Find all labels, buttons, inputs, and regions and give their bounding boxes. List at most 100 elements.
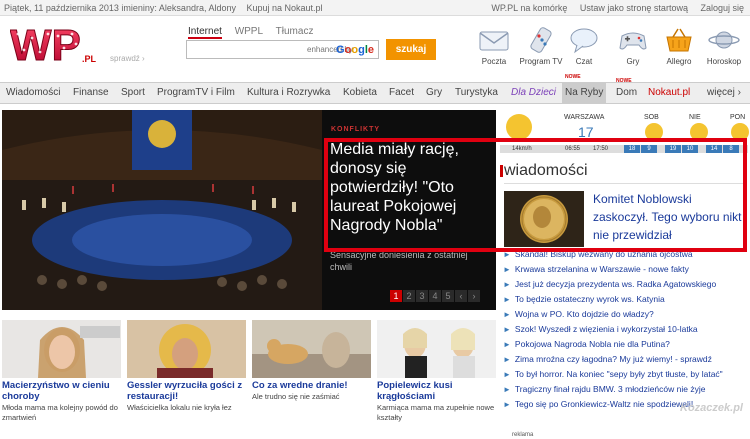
gamepad-icon [619, 32, 647, 50]
list-item[interactable]: ► Krwawa strzelanina w Warszawie - nowe f… [503, 264, 748, 279]
list-item[interactable]: ► Tragiczny finał rajdu BMW. 3 młodzieńcó… [503, 384, 748, 399]
list-item[interactable]: ► Wojna w PO. Kto dojdzie do władzy? [503, 309, 748, 324]
weather-temp: 17 [578, 124, 594, 140]
header: WP .PL sprawdź › Internet WPPL Tłumacz G… [0, 16, 750, 82]
news-divider [504, 183, 744, 184]
nav-kobieta[interactable]: Kobieta [343, 87, 377, 98]
set-homepage-link[interactable]: Ustaw jako stronę startową [580, 3, 688, 13]
card-desc: Młoda mama ma kolejny powód do zmartwień [2, 403, 118, 422]
news-lead-headline[interactable]: Komitet Noblowski zaskoczył. Tego wyboru… [593, 190, 743, 244]
watermark: Kozaczek.pl [680, 402, 743, 414]
temp-value: 9 [641, 145, 657, 153]
nokaut-shop-link[interactable]: Kupuj na Nokaut.pl [247, 3, 323, 13]
service-gry[interactable]: Gry [609, 26, 657, 66]
service-program-tv[interactable]: Program TV [517, 26, 565, 66]
weather-bar: 14km/h 06:55 17:50 18 9 19 10 14 8 [500, 145, 748, 153]
weather-day-sat: SOB [644, 114, 659, 121]
nav-gry[interactable]: Gry [426, 87, 442, 98]
card-image[interactable] [127, 320, 246, 378]
list-item[interactable]: ► Szok! Wyszedł z więzienia i wykorzystał… [503, 324, 748, 339]
card-image[interactable] [2, 320, 121, 378]
nav-sport[interactable]: Sport [121, 87, 145, 98]
card-title[interactable]: Co za wredne dranie! [252, 380, 371, 391]
card-dranie[interactable]: Co za wredne dranie! Ale trudno się nie … [252, 320, 371, 402]
date-nameday: Piątek, 11 października 2013 imieniny: A… [4, 3, 236, 13]
nav-turystyka[interactable]: Turystyka [455, 87, 498, 98]
service-horoskop[interactable]: Horoskop [700, 26, 748, 66]
card-title[interactable]: Gessler wyrzuciła gości z restauracji! [127, 380, 246, 402]
list-item[interactable]: ► Zima mroźna czy łagodna? My już wiemy! … [503, 354, 748, 369]
tab-translate[interactable]: Tłumacz [276, 26, 314, 37]
pager-page-4[interactable]: 4 [429, 290, 441, 302]
card-macierzynstwo[interactable]: Macierzyństwo w cieniu choroby Młoda mam… [2, 320, 121, 423]
weather-day-mon: PON [730, 114, 746, 121]
hero-headline[interactable]: Media miały rację, donosy się potwierdzi… [330, 140, 494, 235]
pager-next[interactable]: › [468, 290, 480, 302]
card-image[interactable] [252, 320, 371, 378]
search-field[interactable]: Google [186, 40, 379, 59]
news-section-title[interactable]: wiadomości [500, 162, 588, 180]
card-popielewicz[interactable]: Popielewicz kusi krągłościami Karmiąca m… [377, 320, 496, 423]
weather-day-sun: NIE [689, 114, 701, 121]
card-desc: Karmiąca mama ma zupełnie nowe kształty [377, 403, 495, 422]
nav-nokaut[interactable]: Nokaut.pl [648, 87, 690, 98]
top-bar: Piątek, 11 października 2013 imieniny: A… [0, 0, 750, 16]
hero-category: KONFLIKTY [331, 126, 381, 133]
planet-icon [708, 31, 740, 49]
new-badge: NOWE [565, 74, 581, 80]
sunrise-time: 06:55 [565, 146, 581, 152]
card-image[interactable] [377, 320, 496, 378]
nobel-medal-image[interactable] [504, 191, 584, 247]
hero-image[interactable] [2, 110, 322, 310]
login-link[interactable]: Zaloguj się [700, 3, 744, 13]
wind-speed: 14km/h [512, 146, 532, 152]
remote-control-icon [530, 27, 552, 53]
pager-page-1[interactable]: 1 [390, 290, 402, 302]
service-poczta[interactable]: Poczta [470, 26, 518, 66]
list-item[interactable]: ► Jest już decyzja prezydenta ws. Radka A… [503, 279, 748, 294]
nav-more[interactable]: więcej › [707, 87, 741, 98]
tab-internet[interactable]: Internet [188, 26, 222, 39]
search-button[interactable]: szukaj [386, 39, 436, 60]
ad-label: reklama [512, 432, 534, 438]
temp-value: 19 [665, 145, 681, 153]
wp-logo[interactable]: WP .PL [10, 21, 102, 71]
nav-facet[interactable]: Facet [389, 87, 414, 98]
weather-city: WARSZAWA [564, 114, 605, 121]
mobile-link[interactable]: WP.PL na komórkę [491, 3, 567, 13]
pager-prev[interactable]: ‹ [455, 290, 467, 302]
nav-programtv[interactable]: ProgramTV i Film [157, 87, 235, 98]
logo-check-link[interactable]: sprawdź › [110, 54, 145, 63]
nav-na-ryby[interactable]: NOWE Na Ryby [562, 74, 607, 103]
google-logo: Google [336, 44, 374, 56]
sun-icon [731, 123, 749, 141]
sun-icon [645, 123, 663, 141]
list-item[interactable]: ► Skandal! Biskup wezwany do uznania ojco… [503, 249, 748, 264]
sunset-time: 17:50 [593, 146, 609, 152]
card-desc: Właścicielka lokalu nie kryła łez [127, 403, 232, 412]
svg-text:WP: WP [10, 22, 81, 68]
card-gessler[interactable]: Gessler wyrzuciła gości z restauracji! W… [127, 320, 246, 413]
temp-value: 8 [723, 145, 739, 153]
nav-dom[interactable]: NOWE Dom [616, 78, 637, 98]
hero-subtitle: Sensacyjne doniesienia z ostatniej chwil… [330, 250, 468, 272]
nav-finanse[interactable]: Finanse [73, 87, 109, 98]
nav-kultura[interactable]: Kultura i Rozrywka [247, 87, 330, 98]
card-desc: Ale trudno się nie zaśmiać [252, 392, 340, 401]
list-item[interactable]: ► To będzie ostateczny wyrok ws. Katynia [503, 294, 748, 309]
list-item[interactable]: ► Pokojowa Nagroda Nobla nie dla Putina? [503, 339, 748, 354]
list-item[interactable]: ► To był horror. Na koniec "sepy były zby… [503, 369, 748, 384]
card-title[interactable]: Popielewicz kusi krągłościami [377, 380, 496, 402]
sun-icon [506, 114, 532, 140]
pager-page-5[interactable]: 5 [442, 290, 454, 302]
card-title[interactable]: Macierzyństwo w cieniu choroby [2, 380, 121, 402]
mail-icon [479, 31, 509, 51]
tab-wppl[interactable]: WPPL [235, 26, 263, 37]
pager-page-2[interactable]: 2 [403, 290, 415, 302]
nav-dla-dzieci[interactable]: Dla Dzieci [511, 87, 556, 98]
pager-page-3[interactable]: 3 [416, 290, 428, 302]
nav-wiadomosci[interactable]: Wiadomości [6, 87, 60, 98]
service-allegro[interactable]: Allegro [655, 26, 703, 66]
chat-bubble-icon [570, 28, 598, 54]
service-czat[interactable]: Czat [560, 26, 608, 66]
